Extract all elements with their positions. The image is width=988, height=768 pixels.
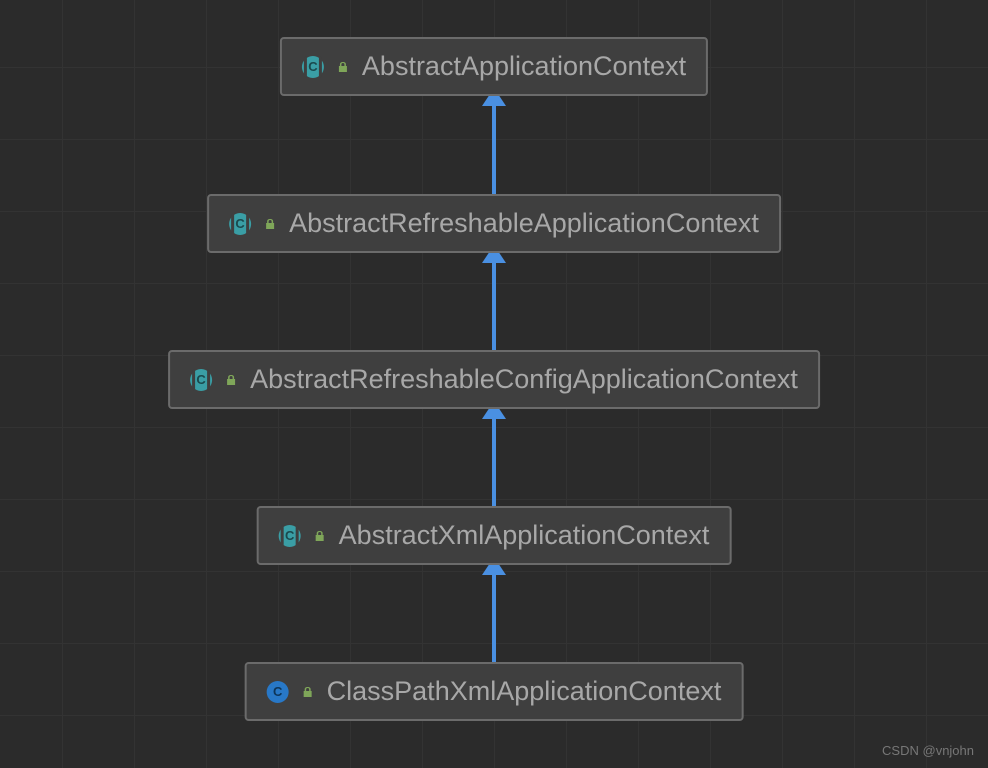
lock-icon: [224, 373, 238, 387]
abstract-class-icon: C: [302, 56, 324, 78]
class-label: AbstractApplicationContext: [362, 51, 686, 82]
abstract-class-icon: C: [279, 525, 301, 547]
class-node[interactable]: C AbstractRefreshableApplicationContext: [207, 194, 781, 253]
class-node[interactable]: C AbstractRefreshableConfigApplicationCo…: [168, 350, 820, 409]
class-label: AbstractRefreshableApplicationContext: [289, 208, 759, 239]
abstract-class-icon: C: [190, 369, 212, 391]
lock-icon: [263, 217, 277, 231]
abstract-class-icon: C: [229, 213, 251, 235]
class-label: ClassPathXmlApplicationContext: [327, 676, 722, 707]
watermark: CSDN @vnjohn: [882, 743, 974, 758]
lock-icon: [313, 529, 327, 543]
class-node[interactable]: C AbstractXmlApplicationContext: [257, 506, 732, 565]
class-icon: C: [267, 681, 289, 703]
lock-icon: [336, 60, 350, 74]
class-label: AbstractRefreshableConfigApplicationCont…: [250, 364, 798, 395]
class-node[interactable]: C AbstractApplicationContext: [280, 37, 708, 96]
class-hierarchy-diagram: C AbstractApplicationContext C AbstractR…: [0, 0, 988, 768]
class-label: AbstractXmlApplicationContext: [339, 520, 710, 551]
class-node[interactable]: C ClassPathXmlApplicationContext: [245, 662, 744, 721]
lock-icon: [301, 685, 315, 699]
